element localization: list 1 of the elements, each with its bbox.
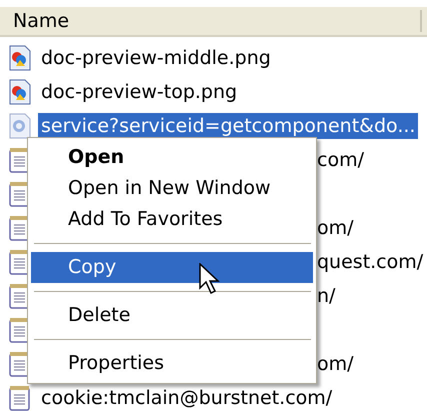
column-title: Name bbox=[13, 8, 70, 34]
